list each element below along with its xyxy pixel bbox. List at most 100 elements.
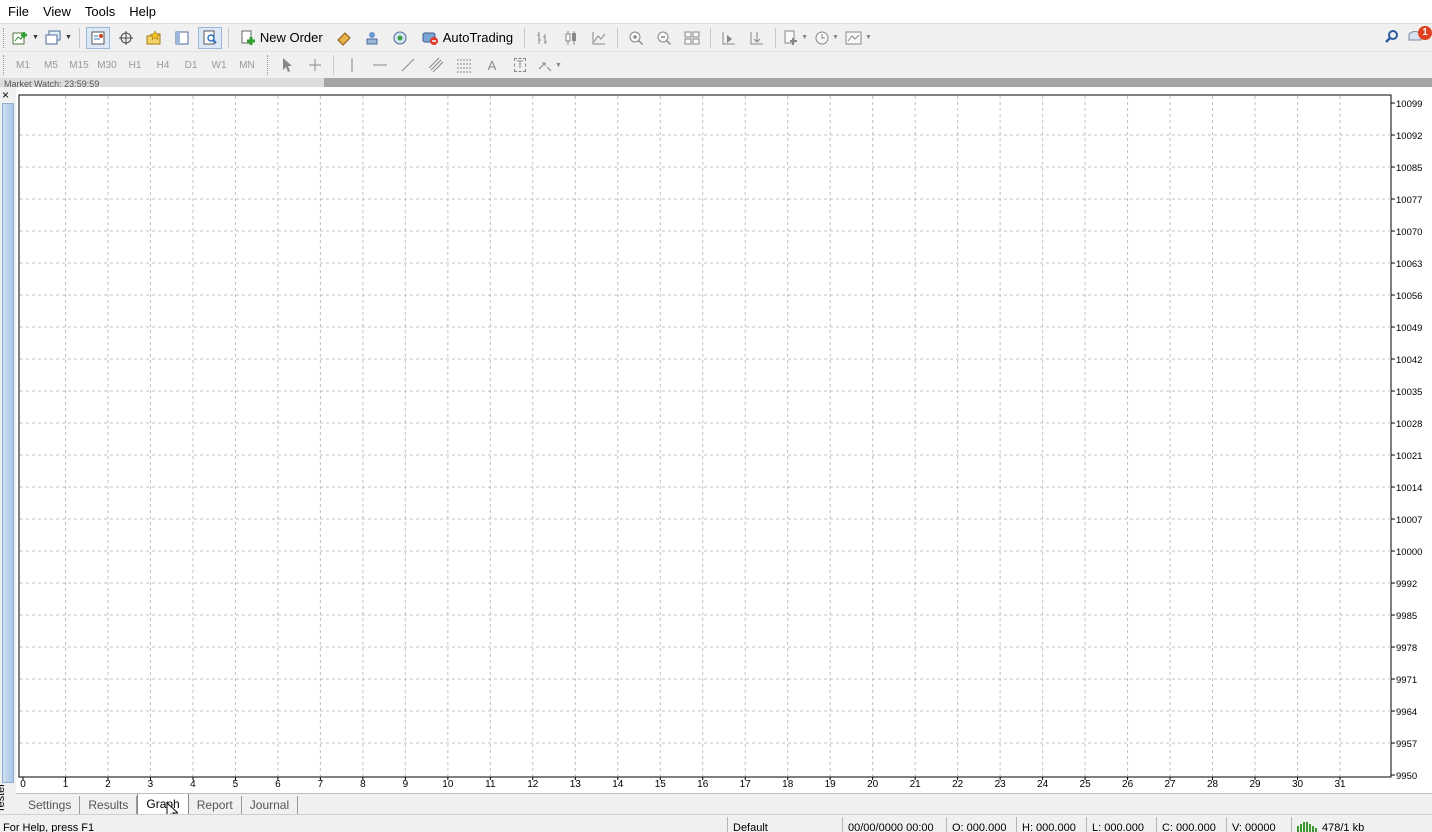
horizontal-line-button[interactable] — [368, 54, 392, 76]
tile-windows-icon — [684, 31, 700, 44]
x-tick-label: 29 — [1249, 779, 1261, 790]
market-button[interactable] — [388, 27, 412, 49]
navigator-button[interactable] — [170, 27, 194, 49]
toolbar-grip[interactable] — [3, 55, 6, 75]
tester-side-panel: × Tester — [0, 87, 16, 814]
timeframe-m15[interactable]: M15 — [65, 60, 93, 71]
metaeditor-button[interactable] — [332, 27, 356, 49]
x-tick-label: 19 — [825, 779, 837, 790]
timeframe-mn[interactable]: MN — [233, 60, 261, 71]
x-tick-label: 9 — [403, 779, 409, 790]
tab-results[interactable]: Results — [80, 796, 138, 815]
status-divider — [1016, 817, 1017, 832]
plot-frame — [18, 94, 1392, 778]
menu-help[interactable]: Help — [122, 0, 163, 24]
x-tick-label: 25 — [1080, 779, 1092, 790]
timeframe-m5[interactable]: M5 — [37, 60, 65, 71]
x-tick-label: 18 — [782, 779, 794, 790]
new-order-button[interactable]: New Order — [235, 27, 328, 49]
tab-graph[interactable]: Graph — [137, 794, 189, 815]
signals-button[interactable] — [360, 27, 384, 49]
tester-side-bar[interactable] — [2, 103, 14, 783]
toolbar-separator — [617, 27, 619, 48]
line-chart-button[interactable] — [587, 27, 611, 49]
status-divider — [1156, 817, 1157, 832]
zoom-in-button[interactable] — [624, 27, 648, 49]
menu-file[interactable]: File — [1, 0, 36, 24]
tab-journal[interactable]: Journal — [242, 796, 299, 815]
y-tick-label: 9985 — [1396, 611, 1417, 622]
templates-icon — [845, 31, 862, 44]
menu-view[interactable]: View — [36, 0, 78, 24]
x-tick-label: 8 — [360, 779, 366, 790]
indicators-button[interactable]: ▼ — [782, 27, 809, 49]
autoscroll-button[interactable] — [745, 27, 769, 49]
tab-report[interactable]: Report — [189, 796, 242, 815]
cursor-icon — [283, 58, 292, 72]
fibonacci-button[interactable] — [452, 54, 476, 76]
templates-button[interactable]: ▼ — [844, 27, 873, 49]
line-chart-icon — [592, 31, 606, 44]
timeframe-m30[interactable]: M30 — [93, 60, 121, 71]
menu-tools[interactable]: Tools — [78, 0, 122, 24]
autotrading-button[interactable]: AutoTrading — [416, 27, 518, 49]
profiles-button[interactable]: ▼ — [44, 27, 73, 49]
timeframe-h1[interactable]: H1 — [121, 60, 149, 71]
x-tick-label: 3 — [148, 779, 154, 790]
profiles-icon — [45, 30, 61, 44]
candlestick-button[interactable] — [559, 27, 583, 49]
navigator-icon — [175, 31, 189, 44]
vertical-line-button[interactable] — [340, 54, 364, 76]
periodicity-button[interactable]: ▼ — [813, 27, 840, 49]
cursor-tool-button[interactable] — [275, 54, 299, 76]
x-tick-label: 2 — [105, 779, 111, 790]
status-traffic: 478/1 kb — [1322, 822, 1365, 832]
terminal-button[interactable] — [197, 26, 222, 49]
favorites-button[interactable] — [142, 27, 166, 49]
arrows-button[interactable]: ▼ — [536, 54, 563, 76]
horizontal-line-icon — [373, 64, 387, 66]
new-chart-icon — [12, 31, 27, 44]
timeframe-d1[interactable]: D1 — [177, 60, 205, 71]
close-icon[interactable]: × — [2, 89, 9, 101]
zoom-out-button[interactable] — [652, 27, 676, 49]
text-label-button[interactable]: T — [508, 54, 532, 76]
new-chart-button[interactable]: ▼ — [11, 27, 40, 49]
status-profile[interactable]: Default — [733, 815, 833, 832]
news-icon[interactable]: 1 — [1408, 26, 1432, 48]
chart-shift-button[interactable] — [717, 27, 741, 49]
crosshair-tool-button[interactable] — [303, 54, 327, 76]
timeframe-w1[interactable]: W1 — [205, 60, 233, 71]
x-tick-label: 4 — [190, 779, 196, 790]
metaeditor-icon — [337, 31, 351, 46]
x-tick-label: 0 — [20, 779, 26, 790]
y-tick-label: 10042 — [1396, 355, 1422, 366]
timeframe-m1[interactable]: M1 — [9, 60, 37, 71]
text-tool-button[interactable]: A — [480, 54, 504, 76]
trendline-button[interactable] — [396, 54, 420, 76]
toolbar-grip[interactable] — [3, 27, 6, 48]
toolbar-separator — [333, 55, 334, 75]
x-tick-label: 7 — [318, 779, 324, 790]
y-tick-label: 10014 — [1396, 483, 1422, 494]
tab-settings[interactable]: Settings — [20, 796, 81, 815]
timeframe-h4[interactable]: H4 — [149, 60, 177, 71]
status-bar: For Help, press F1 Default 00/00/0000 00… — [0, 814, 1432, 832]
toolbar-grip[interactable] — [267, 55, 270, 75]
market-watch-strip[interactable]: Market Watch: 23:59:59 — [0, 78, 1432, 87]
strategy-tester-icon — [203, 30, 217, 44]
x-tick-label: 10 — [442, 779, 454, 790]
x-tick-label: 31 — [1334, 779, 1346, 790]
toolbar-separator — [775, 27, 777, 48]
tile-windows-button[interactable] — [680, 27, 704, 49]
y-tick-label: 10049 — [1396, 323, 1422, 334]
data-window-button[interactable] — [114, 27, 138, 49]
equidistant-channel-button[interactable] — [424, 54, 448, 76]
market-watch-header: Market Watch: 23:59:59 — [0, 78, 324, 87]
x-tick-label: 22 — [952, 779, 964, 790]
x-tick-label: 14 — [612, 779, 624, 790]
market-watch-button[interactable] — [85, 26, 110, 49]
tester-graph[interactable]: 0 1 2 3 4 5 6 7 8 9 10 11 12 13 14 15 16 17 18 19 20 21 22 23 24… — [16, 87, 1432, 793]
bar-chart-button[interactable] — [531, 27, 555, 49]
search-icon[interactable] — [1384, 29, 1400, 45]
